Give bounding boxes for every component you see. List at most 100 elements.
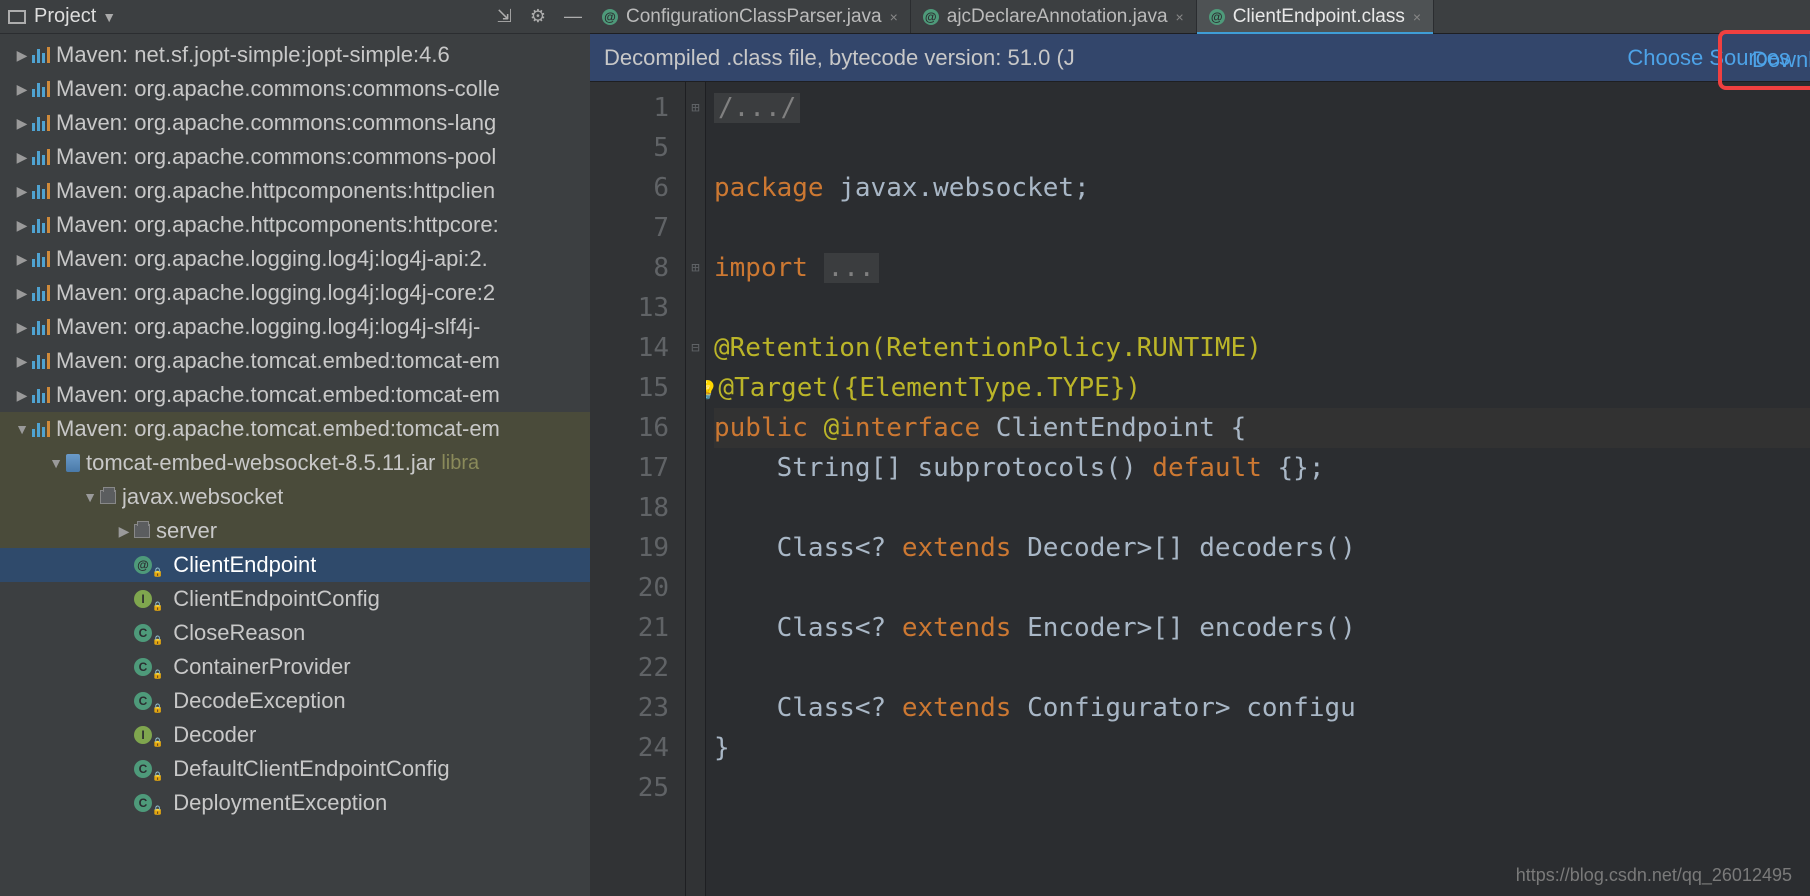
class-icon: C🔒 — [134, 624, 167, 642]
chevron-down-icon[interactable]: ▼ — [46, 455, 66, 471]
library-icon — [32, 47, 50, 63]
chevron-right-icon[interactable]: ▶ — [12, 81, 32, 98]
line-number: 15 — [590, 368, 669, 408]
chevron-right-icon[interactable]: ▶ — [12, 183, 32, 200]
editor-tab[interactable]: @ajcDeclareAnnotation.java× — [911, 0, 1197, 33]
project-tree[interactable]: ▶Maven: net.sf.jopt-simple:jopt-simple:4… — [0, 34, 590, 896]
close-icon[interactable]: × — [1176, 9, 1184, 25]
node-label: ContainerProvider — [173, 654, 350, 680]
tab-label: ClientEndpoint.class — [1233, 6, 1405, 28]
close-icon[interactable]: × — [1413, 9, 1421, 25]
chevron-right-icon[interactable]: ▶ — [12, 47, 32, 64]
chevron-right-icon[interactable]: ▶ — [114, 523, 134, 540]
line-number: 6 — [590, 168, 669, 208]
node-label: ClientEndpointConfig — [173, 586, 380, 612]
project-icon — [8, 10, 26, 24]
chevron-down-icon[interactable]: ▼ — [12, 421, 32, 437]
line-number: 25 — [590, 768, 669, 808]
chevron-right-icon[interactable]: ▶ — [12, 319, 32, 336]
tree-node[interactable]: ▶I🔒ClientEndpointConfig — [0, 582, 590, 616]
tree-node[interactable]: ▶ Maven: org.apache.commons:commons-pool — [0, 140, 590, 174]
intention-bulb-icon[interactable]: 💡 — [706, 380, 718, 401]
folded-region[interactable]: /.../ — [714, 93, 800, 123]
tree-node[interactable]: ▶Maven: net.sf.jopt-simple:jopt-simple:4… — [0, 38, 590, 72]
library-icon — [32, 285, 50, 301]
library-icon — [32, 149, 50, 165]
tree-node[interactable]: ▶ Maven: org.apache.logging.log4j:log4j-a… — [0, 242, 590, 276]
folded-imports[interactable]: ... — [824, 253, 879, 283]
tree-node[interactable]: ▶ Maven: org.apache.logging.log4j:log4j-c… — [0, 276, 590, 310]
tree-node[interactable]: ▼tomcat-embed-websocket-8.5.11.jarlibra — [0, 446, 590, 480]
node-label: Maven: org.apache.logging.log4j:log4j-co… — [56, 280, 495, 306]
node-label: ClientEndpoint — [173, 552, 316, 578]
tab-label: ConfigurationClassParser.java — [626, 6, 882, 28]
close-icon[interactable]: × — [890, 9, 898, 25]
node-label: Maven: org.apache.commons:commons-colle — [56, 76, 500, 102]
tree-node[interactable]: ▼javax.websocket — [0, 480, 590, 514]
node-label: Maven: org.apache.logging.log4j:log4j-ap… — [56, 246, 488, 272]
editor-tab[interactable]: @ConfigurationClassParser.java× — [590, 0, 911, 33]
tree-node[interactable]: ▶Maven: org.apache.httpcomponents:httpcl… — [0, 174, 590, 208]
gear-icon[interactable]: ⚙ — [530, 6, 546, 27]
node-label: Maven: org.apache.tomcat.embed:tomcat-em — [56, 348, 500, 374]
tree-node[interactable]: ▼Maven: org.apache.tomcat.embed:tomcat-e… — [0, 412, 590, 446]
tree-node[interactable]: ▶Maven: org.apache.tomcat.embed:tomcat-e… — [0, 378, 590, 412]
file-type-icon: @ — [1209, 9, 1225, 25]
tree-node[interactable]: ▶ Maven: org.apache.commons:commons-colle — [0, 72, 590, 106]
library-icon — [32, 183, 50, 199]
line-number: 7 — [590, 208, 669, 248]
library-icon — [32, 319, 50, 335]
class-icon: C🔒 — [134, 794, 167, 812]
chevron-right-icon[interactable]: ▶ — [12, 387, 32, 404]
sidebar-title[interactable]: Project — [34, 5, 96, 28]
sidebar-header: Project ▼ ⇲ ⚙ — — [0, 0, 590, 34]
node-label: server — [156, 518, 217, 544]
dropdown-arrow-icon[interactable]: ▼ — [102, 9, 116, 25]
node-label: Decoder — [173, 722, 256, 748]
tree-node[interactable]: ▶C🔒DecodeException — [0, 684, 590, 718]
chevron-right-icon[interactable]: ▶ — [12, 149, 32, 166]
package-icon — [100, 490, 116, 504]
node-label: Maven: org.apache.logging.log4j:log4j-sl… — [56, 314, 480, 340]
tree-node[interactable]: ▶I🔒Decoder — [0, 718, 590, 752]
tree-node[interactable]: ▶ server — [0, 514, 590, 548]
chevron-right-icon[interactable]: ▶ — [12, 115, 32, 132]
banner-message: Decompiled .class file, bytecode version… — [604, 45, 1075, 71]
tree-node[interactable]: ▶C🔒DefaultClientEndpointConfig — [0, 752, 590, 786]
line-number: 21 — [590, 608, 669, 648]
project-sidebar: Project ▼ ⇲ ⚙ — ▶Maven: net.sf.jopt-simp… — [0, 0, 590, 896]
hide-icon[interactable]: — — [564, 6, 582, 27]
fold-column[interactable]: ⊞ ⊞ ⊟ — [686, 82, 706, 896]
chevron-down-icon[interactable]: ▼ — [80, 489, 100, 505]
tree-node[interactable]: ▶ Maven: org.apache.logging.log4j:log4j-s… — [0, 310, 590, 344]
class-icon: C🔒 — [134, 692, 167, 710]
line-number: 19 — [590, 528, 669, 568]
node-suffix: libra — [441, 452, 479, 475]
tree-node[interactable]: ▶C🔒DeploymentException — [0, 786, 590, 820]
collapse-icon[interactable]: ⇲ — [497, 6, 512, 27]
line-number: 24 — [590, 728, 669, 768]
tree-node[interactable]: ▶@🔒ClientEndpoint — [0, 548, 590, 582]
editor-tab[interactable]: @ ClientEndpoint.class × — [1197, 0, 1434, 33]
interface-icon: I🔒 — [134, 726, 167, 744]
node-label: DefaultClientEndpointConfig — [173, 756, 449, 782]
code-content[interactable]: /.../ package javax.websocket; import ..… — [706, 82, 1810, 896]
library-icon — [32, 251, 50, 267]
chevron-right-icon[interactable]: ▶ — [12, 251, 32, 268]
download-sources-link[interactable]: Download Sources — [1736, 47, 1810, 73]
chevron-right-icon[interactable]: ▶ — [12, 217, 32, 234]
tree-node[interactable]: ▶Maven: org.apache.httpcomponents:httpco… — [0, 208, 590, 242]
line-number: 5 — [590, 128, 669, 168]
tree-node[interactable]: ▶ Maven: org.apache.tomcat.embed:tomcat-e… — [0, 344, 590, 378]
chevron-right-icon[interactable]: ▶ — [12, 285, 32, 302]
tree-node[interactable]: ▶Maven: org.apache.commons:commons-lang — [0, 106, 590, 140]
line-number: 17 — [590, 448, 669, 488]
chevron-right-icon[interactable]: ▶ — [12, 353, 32, 370]
library-icon — [32, 421, 50, 437]
library-icon — [32, 217, 50, 233]
tree-node[interactable]: ▶C🔒ContainerProvider — [0, 650, 590, 684]
tree-node[interactable]: ▶C🔒CloseReason — [0, 616, 590, 650]
node-label: CloseReason — [173, 620, 305, 646]
node-label: Maven: org.apache.commons:commons-pool — [56, 144, 496, 170]
tab-label: ajcDeclareAnnotation.java — [947, 6, 1168, 28]
